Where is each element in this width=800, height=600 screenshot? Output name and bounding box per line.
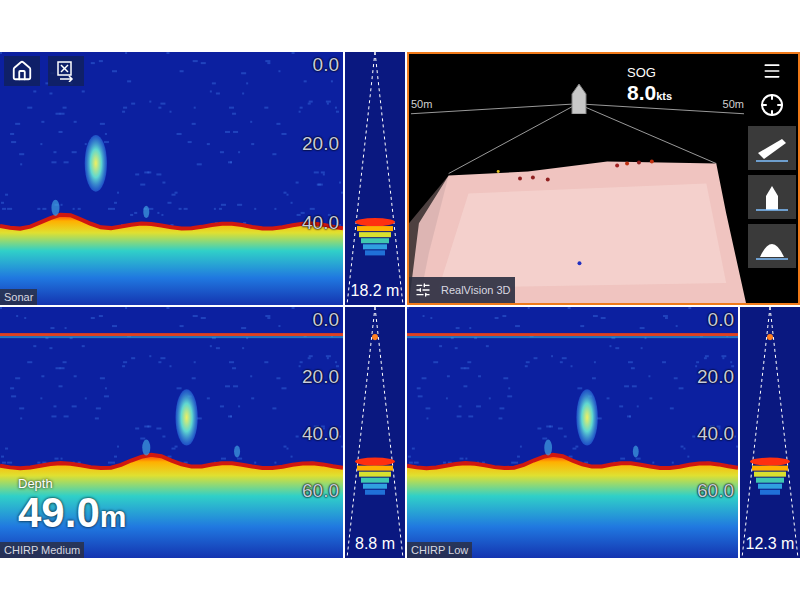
sog-readout: SOG8.0kts [627,66,672,103]
pane-label: CHIRP Low [407,542,472,558]
pane-label: CHIRP Medium [0,542,84,558]
sonar-pane[interactable]: 0.0 20.0 40.0 60.0 CHIRP Low 12.3 m [407,307,800,558]
depth-scale-label: 20.0 [302,134,339,153]
depth-readout: Depth49.0m [18,476,126,534]
a-scope-cone-icon [345,307,405,558]
a-scope: 18.2 m [345,52,405,305]
depth-scale-label: 60.0 [697,481,734,500]
a-scope-reading: 12.3 m [740,534,800,554]
waypoint-button[interactable] [48,56,84,86]
realvision-pane[interactable]: 50m 50m SOG8.0kts RealVision 3D [407,52,800,305]
chartplotter-screen: 0.0 20.0 40.0 Sonar 18.2 m 50m 50m SOG8.0kts Rea… [0,0,800,600]
depth-scale-label: 40.0 [302,213,339,232]
a-scope-cone-icon [740,307,800,558]
sonar-pane[interactable]: 0.0 20.0 40.0 60.0 Depth49.0m CHIRP Medium 8.8… [0,307,405,558]
waypoint-icon [55,60,77,82]
menu-icon [762,61,782,81]
pane-label: Sonar [0,289,37,305]
a-scope-reading: 18.2 m [345,281,405,301]
a-scope-reading: 8.8 m [345,534,405,554]
boat-view-icon [754,182,790,212]
home-icon [11,60,33,82]
boat-view-icon [754,231,790,261]
pane-grid: 0.0 20.0 40.0 Sonar 18.2 m 50m 50m SOG8.0kts Rea… [0,52,800,558]
sliders-icon [415,282,431,298]
range-label: 50m [411,96,432,113]
view-button[interactable] [748,175,796,219]
a-scope: 8.8 m [345,307,405,558]
view-button[interactable] [748,126,796,170]
a-scope: 12.3 m [740,307,800,558]
depth-scale-label: 20.0 [302,367,339,386]
pane-row: 0.0 20.0 40.0 Sonar 18.2 m 50m 50m SOG8.0kts Rea… [0,52,800,305]
pause-button[interactable] [750,89,794,121]
a-scope-cone-icon [345,52,405,305]
depth-scale-label: 0.0 [313,55,339,74]
view-toolbar [746,54,798,303]
depth-scale-label: 60.0 [302,481,339,500]
range-label: 50m [723,96,744,113]
menu-button[interactable] [750,58,794,84]
depth-scale-label: 0.0 [708,310,734,329]
sonar-pane[interactable]: 0.0 20.0 40.0 Sonar 18.2 m [0,52,405,305]
view-button[interactable] [748,224,796,268]
home-button[interactable] [4,56,40,86]
sonar-image [0,52,343,305]
pane-label: RealVision 3D [409,277,515,303]
depth-scale-label: 40.0 [697,424,734,443]
sonar-image [407,307,738,558]
settings-button[interactable] [409,277,437,303]
crosshair-icon [760,93,784,117]
pane-row: 0.0 20.0 40.0 60.0 Depth49.0m CHIRP Medium 8.8… [0,307,800,558]
boat-icon [571,84,587,114]
boat-view-icon [754,133,790,163]
depth-scale-label: 0.0 [313,310,339,329]
depth-scale-label: 40.0 [302,424,339,443]
depth-scale-label: 20.0 [697,367,734,386]
